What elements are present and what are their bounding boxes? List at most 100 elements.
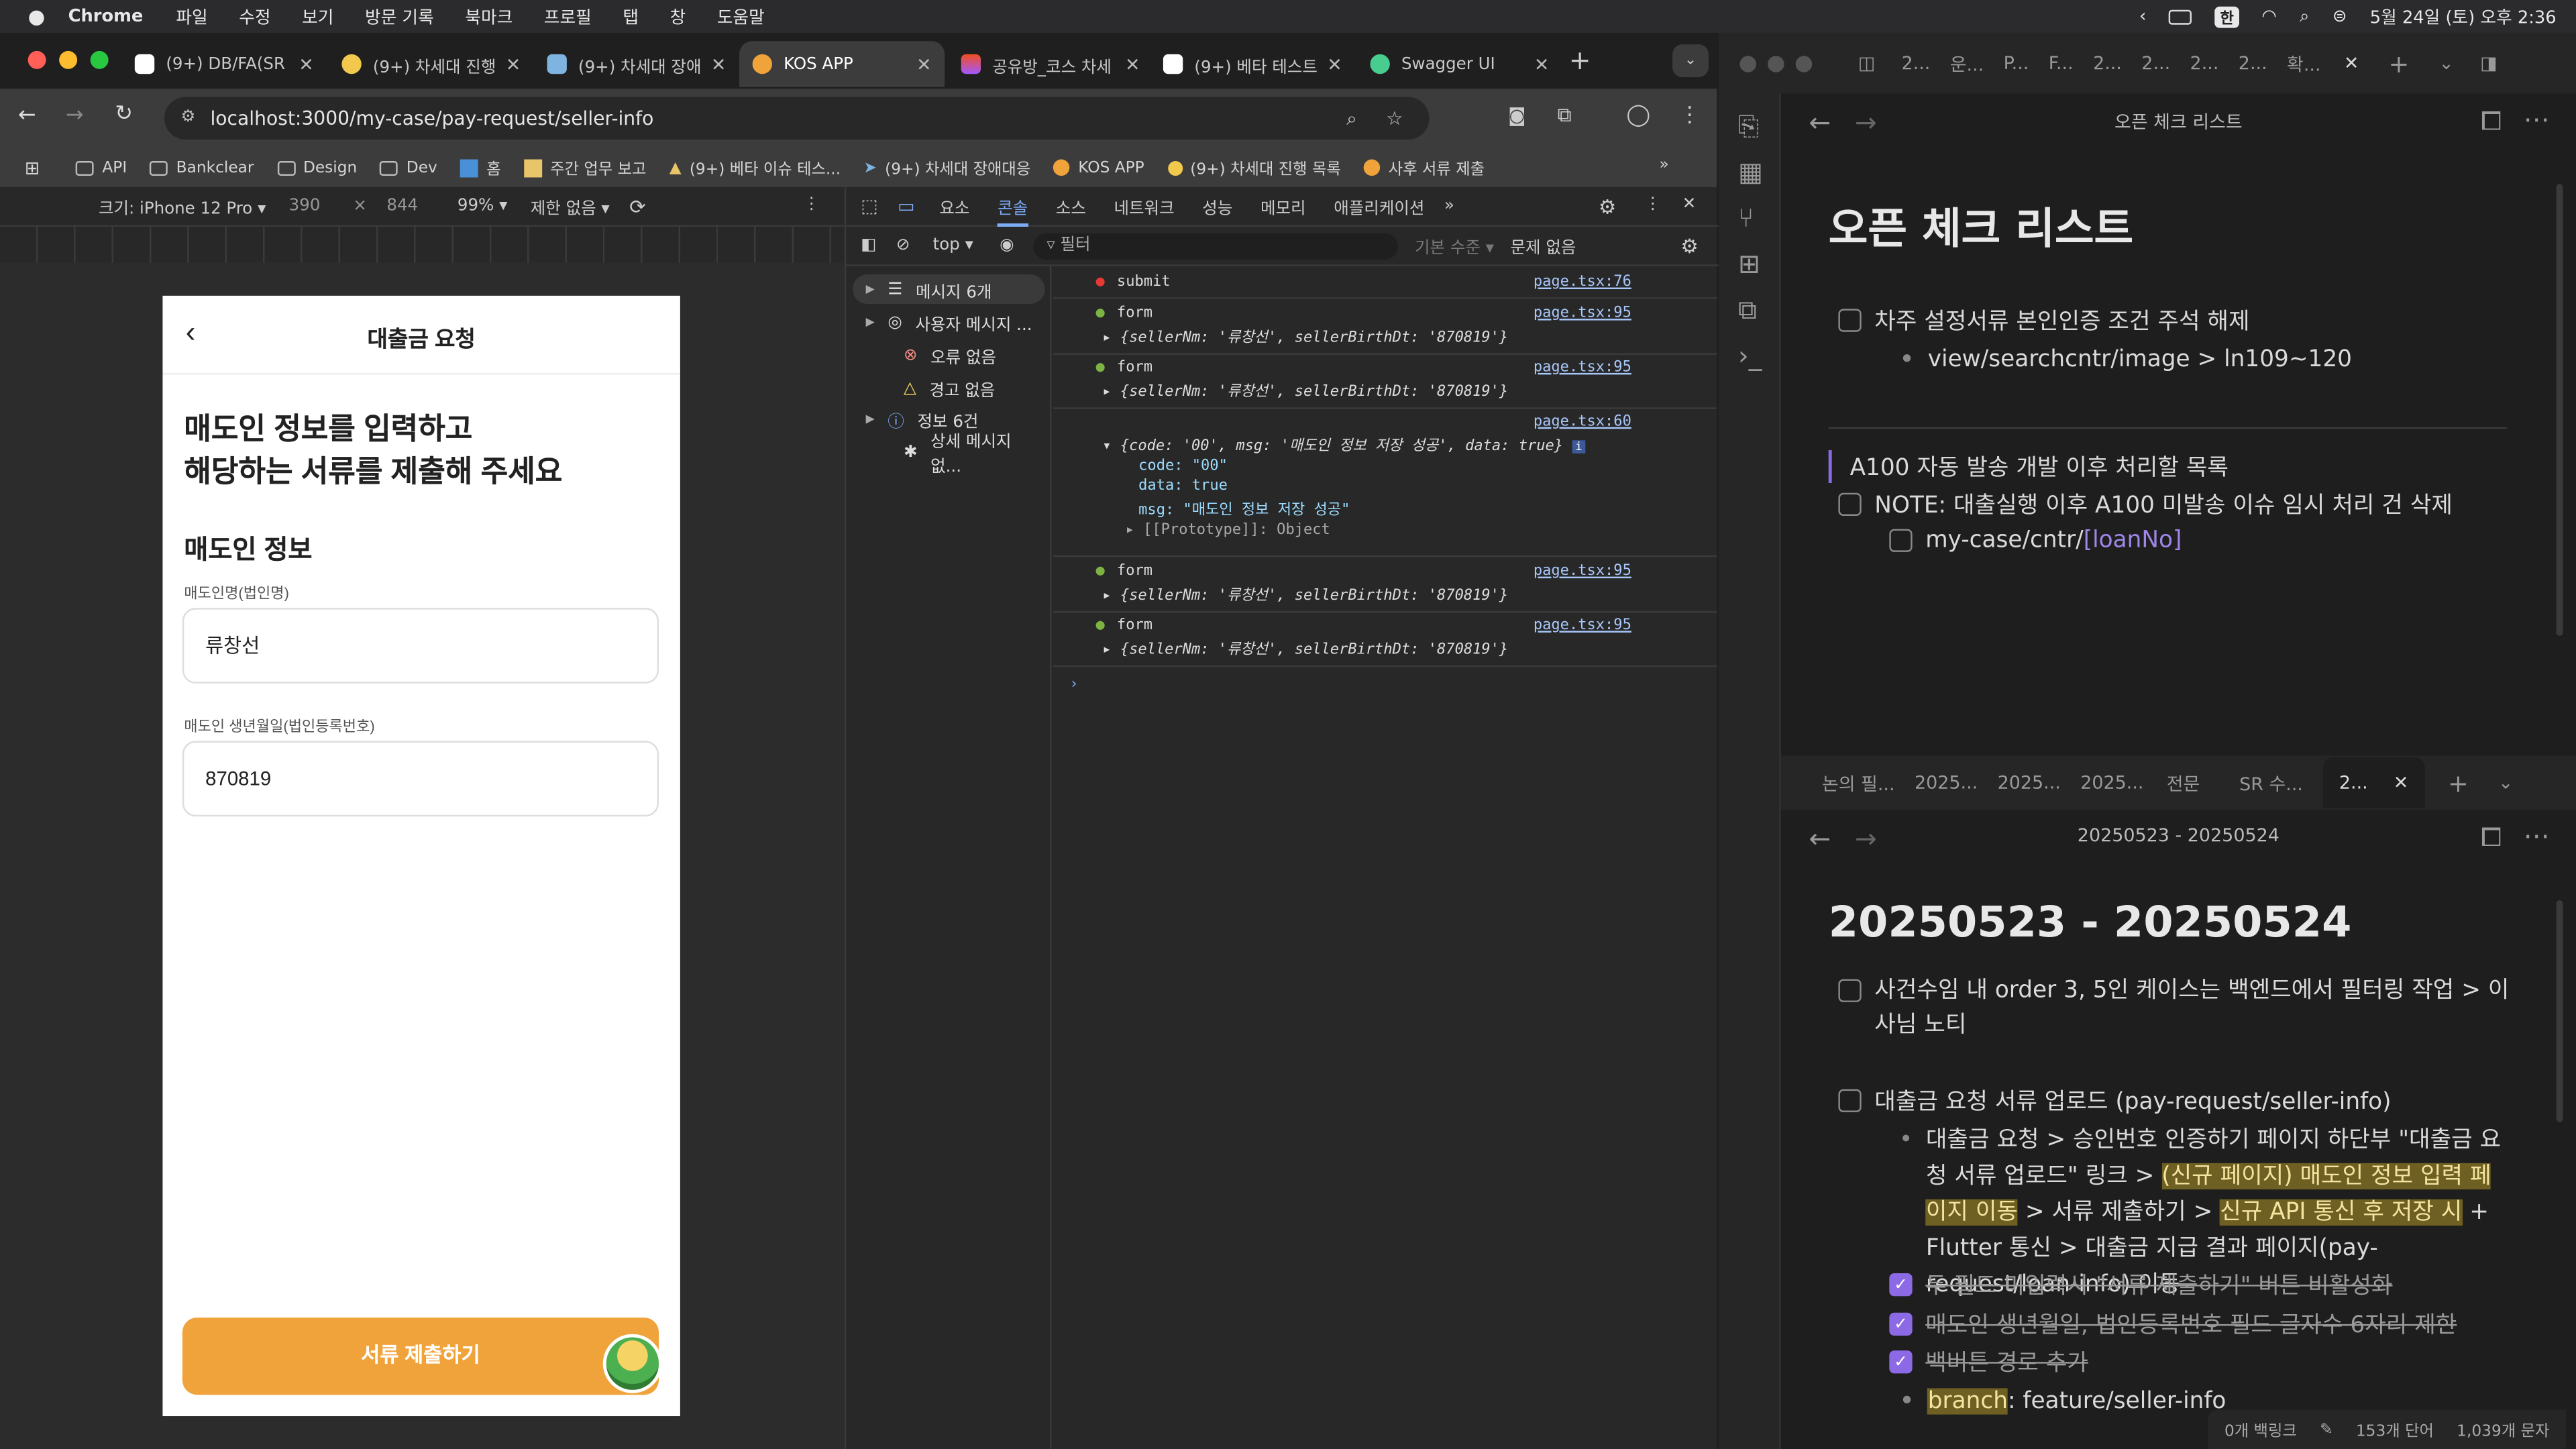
edit-icon[interactable]: ✎ [2320, 1420, 2333, 1438]
search-icon[interactable]: ⌕ [2300, 6, 2309, 28]
tab-shared-room[interactable]: 공유방_코스 차세 ✕ [948, 41, 1153, 87]
tab-memory[interactable]: 메모리 [1260, 194, 1306, 219]
graph-icon[interactable]: ⑂ [1738, 202, 1754, 233]
close-window-button[interactable] [1739, 55, 1756, 72]
throttle-select[interactable]: 제한 없음 ▾ [531, 194, 610, 219]
seller-name-field[interactable]: 류창선 [182, 608, 659, 684]
bookmark-dev[interactable]: Dev [380, 158, 437, 176]
checkbox-checked[interactable]: ✓ [1889, 1312, 1913, 1336]
close-tab-icon[interactable]: ✕ [1327, 54, 1342, 75]
sidebar-toggle-icon[interactable]: ◫ [1858, 52, 1875, 74]
zoom-select[interactable]: 99% ▾ [458, 197, 508, 215]
source-link[interactable]: page.tsx:95 [1534, 306, 1631, 322]
close-tab-icon[interactable]: ✕ [2394, 772, 2409, 794]
source-link[interactable]: page.tsx:60 [1534, 414, 1631, 430]
obs-tab[interactable]: F... [2049, 52, 2074, 74]
tab-beta-test[interactable]: (9+) 베타 테스트 ✕ [1150, 41, 1355, 87]
forward-icon[interactable]: → [66, 103, 84, 128]
menubar-item-history[interactable]: 방문 기록 [365, 4, 434, 29]
source-link[interactable]: page.tsx:76 [1534, 274, 1631, 290]
menubar-item-tab[interactable]: 탭 [623, 4, 639, 29]
bookmark-design[interactable]: Design [276, 158, 357, 176]
tab-elements[interactable]: 요소 [939, 194, 969, 219]
log-level-select[interactable]: 기본 수준 ▾ [1415, 233, 1494, 258]
close-tab-icon[interactable]: ✕ [916, 54, 932, 75]
apps-icon[interactable]: ⊞ [25, 157, 40, 178]
clock-text[interactable]: 5월 24일 (토) 오후 2:36 [2370, 4, 2557, 29]
inline-link[interactable]: [loanNo] [2084, 527, 2182, 553]
obs-tab[interactable]: 2... [2239, 52, 2267, 74]
log-object[interactable]: ▸ {sellerNm: '류창선', sellerBirthDt: '8708… [1102, 380, 1677, 400]
camera-icon[interactable]: ◙ [1508, 105, 1525, 127]
obs-tab[interactable]: 확... [2287, 50, 2321, 76]
floating-avatar[interactable] [602, 1334, 662, 1393]
menubar-app-name[interactable]: Chrome [68, 7, 144, 26]
rotate-icon[interactable]: ⟳ [629, 195, 646, 217]
tab-next-gen-progress[interactable]: (9+) 차세대 진행 ✕ [329, 41, 534, 87]
control-center-icon[interactable]: ⊜ [2332, 7, 2347, 26]
sidebar-errors[interactable]: ⊗ 오류 없음 [853, 340, 1045, 370]
device-toggle-icon[interactable]: ▭ [898, 195, 914, 217]
tab-application[interactable]: 애플리케이션 [1334, 194, 1424, 219]
obs-tab[interactable]: 2025... [1998, 772, 2061, 794]
close-tab-icon[interactable]: ✕ [1125, 54, 1140, 75]
tab-db-fa[interactable]: (9+) DB/FA(SR ✕ [121, 41, 327, 87]
menubar-item-file[interactable]: 파일 [176, 4, 207, 29]
tab-sources[interactable]: 소스 [1056, 194, 1086, 219]
devtools-menu-icon[interactable]: ⋮ [1644, 195, 1660, 213]
close-tab-icon[interactable]: ✕ [299, 54, 314, 75]
close-tab-icon[interactable]: ✕ [2344, 52, 2359, 74]
checkbox-checked[interactable]: ✓ [1889, 1350, 1913, 1374]
menubar-item-profile[interactable]: 프로필 [544, 4, 592, 29]
obs-tab[interactable]: 2025... [2080, 772, 2143, 794]
new-note-icon[interactable]: ⎘ [1738, 110, 1759, 143]
new-tab-button[interactable]: + [1569, 44, 1591, 76]
tab-swagger[interactable]: Swagger UI ✕ [1357, 41, 1562, 87]
obs-tab[interactable]: 전문 [2167, 769, 2200, 796]
log-object[interactable]: ▸ {sellerNm: '류창선', sellerBirthDt: '8708… [1102, 583, 1677, 604]
maximize-window-button[interactable] [1795, 55, 1813, 72]
reload-icon[interactable]: ↻ [115, 102, 133, 127]
menubar-item-view[interactable]: 보기 [302, 4, 333, 29]
obs-tab[interactable]: 2025... [1915, 772, 1978, 794]
bookmark-progress-list[interactable]: (9+) 차세대 진행 목록 [1167, 156, 1341, 179]
copy-icon[interactable]: ⧉ [1738, 294, 1757, 327]
obs-tab[interactable]: 논의 필... [1822, 769, 1895, 796]
inspect-icon[interactable]: ⬚ [861, 195, 877, 217]
obs-tab[interactable]: SR 수... [2239, 769, 2303, 796]
tab-next-gen-incident[interactable]: (9+) 차세대 장애 ✕ [534, 41, 739, 87]
device-width-input[interactable]: 390 [289, 197, 321, 215]
more-options-icon[interactable]: ⋯ [2524, 103, 2550, 135]
tab-list-icon[interactable]: ⌄ [2438, 52, 2454, 74]
checkbox[interactable] [1838, 309, 1862, 332]
checkbox-checked[interactable]: ✓ [1889, 1273, 1913, 1297]
source-link[interactable]: page.tsx:95 [1534, 564, 1631, 580]
device-more-icon[interactable]: ⋮ [804, 195, 820, 213]
tab-console[interactable]: 콘솔 [998, 186, 1028, 227]
close-tab-icon[interactable]: ✕ [506, 54, 521, 75]
source-link[interactable]: page.tsx:95 [1534, 618, 1631, 634]
more-bookmarks-icon[interactable]: » [1659, 156, 1668, 174]
issues-button[interactable]: 문제 없음 [1511, 233, 1576, 258]
scrollbar[interactable] [2556, 184, 2563, 636]
log-object[interactable]: ▸ {sellerNm: '류창선', sellerBirthDt: '8708… [1102, 325, 1677, 346]
console-prompt[interactable]: › [1069, 677, 1694, 693]
canvas-icon[interactable]: ⊞ [1738, 248, 1760, 280]
extensions-icon[interactable]: ⧉ [1558, 103, 1572, 128]
terminal-icon[interactable]: ›_ [1738, 340, 1762, 372]
zoom-icon[interactable]: ⌕ [1346, 97, 1357, 140]
obs-tab[interactable]: 2... [2141, 52, 2170, 74]
bookmark-weekly-report[interactable]: 주간 업무 보고 [524, 156, 646, 179]
reading-view-icon[interactable]: ⧠ [2481, 822, 2502, 855]
close-tab-icon[interactable]: ✕ [1534, 54, 1550, 75]
bookmark-post-docs[interactable]: 사후 서류 제출 [1364, 156, 1485, 179]
checkbox[interactable] [1838, 1089, 1862, 1112]
tab-network[interactable]: 네트워크 [1114, 194, 1174, 219]
right-sidebar-icon[interactable]: ◨ [2480, 52, 2497, 74]
obs-tab[interactable]: 2... [2093, 52, 2122, 74]
close-tab-icon[interactable]: ✕ [711, 54, 727, 75]
obs-tab[interactable]: P... [2004, 52, 2029, 74]
more-options-icon[interactable]: ⋯ [2524, 820, 2550, 851]
bookmark-home[interactable]: 홈 [460, 156, 501, 179]
obs-tab[interactable]: 운... [1950, 50, 1984, 76]
